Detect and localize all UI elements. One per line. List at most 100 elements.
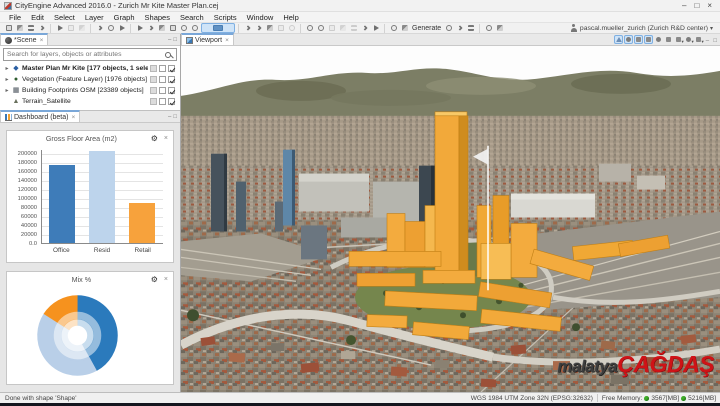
tab-dashboard[interactable]: Dashboard (beta) × <box>0 110 80 122</box>
menu-item[interactable]: Search <box>175 13 209 22</box>
scene-layer-list: ▸ ◆ Master Plan Mr Kite [177 objects, 1 … <box>0 46 180 111</box>
layer-lock-checkbox[interactable] <box>150 65 157 72</box>
scene-panel-maximize-icon[interactable]: □ <box>173 37 177 43</box>
menu-item[interactable]: File <box>4 13 26 22</box>
tab-scene[interactable]: *Scene × <box>0 33 48 45</box>
layer-lock-checkbox[interactable] <box>150 98 157 105</box>
frame-view-icon[interactable] <box>664 35 673 44</box>
cleanup-graph-icon[interactable] <box>265 23 275 33</box>
layer-visible-checkbox[interactable] <box>168 98 175 105</box>
save-icon[interactable] <box>26 23 36 33</box>
dashboard-tab-close-icon[interactable]: × <box>71 114 75 121</box>
panorama-icon[interactable] <box>495 23 505 33</box>
shaded-mode-icon[interactable] <box>644 35 653 44</box>
layer-search-box[interactable] <box>3 48 177 61</box>
export-icon[interactable] <box>371 23 381 33</box>
dashboard-panel-minimize-icon[interactable]: – <box>168 114 171 120</box>
generate-model-icon[interactable] <box>389 23 399 33</box>
camera-icon[interactable]: ▾ <box>674 35 683 44</box>
print-icon[interactable] <box>77 23 87 33</box>
signed-in-user[interactable]: pascal.mueller_zurich (Zurich R&D center… <box>580 25 708 32</box>
generate-all-icon[interactable] <box>400 23 410 33</box>
expand-icon[interactable]: ▸ <box>4 87 10 94</box>
zoom-in-icon[interactable] <box>179 23 189 33</box>
layer-select-checkbox[interactable] <box>159 87 166 94</box>
viewport-3d-scene[interactable]: malatyaÇAĞDAŞ <box>181 46 720 392</box>
menu-item[interactable]: Scripts <box>209 13 242 22</box>
layer-row-terrain[interactable]: ▲ Terrain_Satellite <box>3 96 177 107</box>
deselect-icon[interactable] <box>157 23 167 33</box>
redo-icon[interactable] <box>66 23 76 33</box>
gfa-close-icon[interactable]: × <box>164 135 168 142</box>
active-edit-tool-button[interactable] <box>201 23 235 33</box>
update-seed-icon[interactable] <box>455 23 465 33</box>
tab-viewport[interactable]: Viewport × <box>181 33 234 45</box>
globe-view-icon[interactable] <box>624 35 633 44</box>
random-seed-icon[interactable] <box>466 23 476 33</box>
scene-tab-close-icon[interactable]: × <box>40 37 44 44</box>
close-button[interactable]: × <box>707 1 712 11</box>
layer-visible-checkbox[interactable] <box>168 87 175 94</box>
save-all-icon[interactable] <box>37 23 47 33</box>
align-terrain-icon[interactable] <box>287 23 297 33</box>
subdivide-icon[interactable] <box>276 23 286 33</box>
move-tool-icon[interactable] <box>95 23 105 33</box>
scale-tool-icon[interactable] <box>117 23 127 33</box>
expand-icon[interactable]: ▸ <box>4 76 10 83</box>
minimize-button[interactable]: – <box>682 1 686 11</box>
layer-visible-checkbox[interactable] <box>168 65 175 72</box>
layer-row-vegetation[interactable]: ▸ ● Vegetation (Feature Layer) [1976 obj… <box>3 74 177 85</box>
texture-icon[interactable] <box>338 23 348 33</box>
select-same-icon[interactable] <box>146 23 156 33</box>
maximize-button[interactable]: □ <box>694 1 699 11</box>
layer-row-building-footprints[interactable]: ▸ ▦ Building Footprints OSM [23389 objec… <box>3 85 177 96</box>
menu-item[interactable]: Shapes <box>140 13 175 22</box>
zoom-out-icon[interactable] <box>190 23 200 33</box>
generate-button[interactable]: Generate <box>412 25 441 32</box>
light-settings-icon[interactable] <box>484 23 494 33</box>
first-person-view-icon[interactable] <box>634 35 643 44</box>
open-icon[interactable] <box>15 23 25 33</box>
assign-rule-icon[interactable] <box>305 23 315 33</box>
delete-models-icon[interactable] <box>444 23 454 33</box>
offset-icon[interactable] <box>360 23 370 33</box>
menu-item[interactable]: Help <box>278 13 303 22</box>
inspect-icon[interactable] <box>316 23 326 33</box>
dashboard-panel-maximize-icon[interactable]: □ <box>173 114 177 120</box>
layer-search-input[interactable] <box>7 51 165 58</box>
layer-lock-checkbox[interactable] <box>150 87 157 94</box>
viewport-tab-close-icon[interactable]: × <box>225 37 229 44</box>
layer-select-checkbox[interactable] <box>159 98 166 105</box>
menu-item[interactable]: Window <box>242 13 279 22</box>
bookmark-icon[interactable]: ▾ <box>694 35 703 44</box>
layer-select-checkbox[interactable] <box>159 65 166 72</box>
lasso-select-icon[interactable] <box>168 23 178 33</box>
scene-panel-minimize-icon[interactable]: – <box>168 37 171 43</box>
expand-icon[interactable]: ▸ <box>4 65 10 72</box>
viewport-maximize-icon[interactable]: □ <box>713 38 717 44</box>
graph-create-icon[interactable] <box>243 23 253 33</box>
menu-item[interactable]: Select <box>49 13 80 22</box>
isolate-selection-icon[interactable] <box>614 35 623 44</box>
layer-row-master-plan[interactable]: ▸ ◆ Master Plan Mr Kite [177 objects, 1 … <box>3 63 177 74</box>
rotate-tool-icon[interactable] <box>106 23 116 33</box>
mix-close-icon[interactable]: × <box>164 276 168 283</box>
lighting-icon[interactable] <box>654 35 663 44</box>
undo-icon[interactable] <box>55 23 65 33</box>
viewport-minimize-icon[interactable]: – <box>706 38 709 44</box>
menu-item[interactable]: Edit <box>26 13 49 22</box>
stop-icon[interactable] <box>327 23 337 33</box>
layer-visible-checkbox[interactable] <box>168 76 175 83</box>
select-tool-icon[interactable] <box>135 23 145 33</box>
new-scene-icon[interactable] <box>4 23 14 33</box>
gfa-settings-gear-icon[interactable]: ⚙ <box>151 135 158 143</box>
menu-item[interactable]: Graph <box>109 13 140 22</box>
user-dropdown-icon[interactable]: ▾ <box>710 25 713 32</box>
mix-settings-gear-icon[interactable]: ⚙ <box>151 276 158 284</box>
layer-lock-checkbox[interactable] <box>150 76 157 83</box>
view-settings-gear-icon[interactable]: ▾ <box>684 35 693 44</box>
layers-icon[interactable] <box>349 23 359 33</box>
layer-select-checkbox[interactable] <box>159 76 166 83</box>
menu-item[interactable]: Layer <box>80 13 109 22</box>
graph-edit-icon[interactable] <box>254 23 264 33</box>
